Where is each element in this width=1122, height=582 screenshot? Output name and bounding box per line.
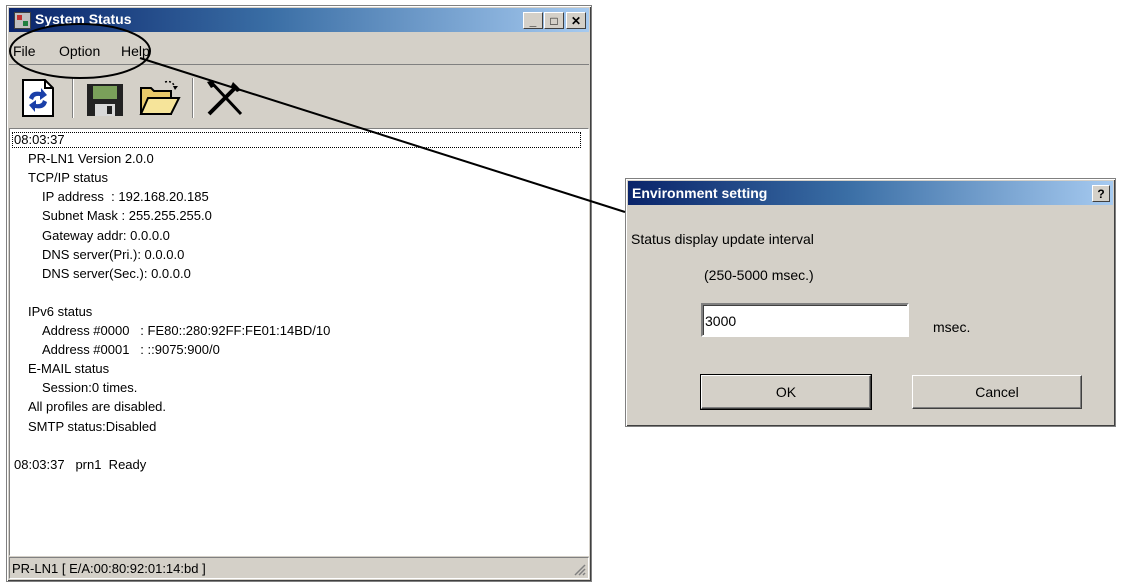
unit-label: msec. [933,319,971,335]
save-icon[interactable] [83,76,127,120]
log-line: TCP/IP status [28,170,108,186]
close-button[interactable]: ✕ [566,12,586,29]
log-line: DNS server(Sec.): 0.0.0.0 [42,265,191,281]
toolbar [9,66,589,128]
focus-rectangle [12,132,581,148]
system-status-window: System Status _ □ ✕ File Option Help 08:… [6,5,592,582]
log-line: IP address : 192.168.20.185 [42,189,209,205]
status-bar: PR-LN1 [ E/A:00:80:92:01:14:bd ] [9,557,589,579]
resize-grip-icon[interactable] [572,562,586,576]
log-line: SMTP status:Disabled [28,418,157,434]
tools-icon[interactable] [203,76,247,120]
status-log[interactable]: 08:03:37 PR-LN1 Version 2.0.0 TCP/IP statu… [9,128,589,556]
interval-label: Status display update interval [631,231,814,247]
menu-help[interactable]: Help [121,43,150,59]
dialog-title-bar: Environment setting ? [628,181,1113,205]
window-title: System Status [35,11,132,27]
menu-bar: File Option Help [9,36,589,65]
log-line: DNS server(Pri.): 0.0.0.0 [42,246,185,262]
title-bar: System Status _ □ ✕ [9,8,589,32]
ok-button[interactable]: OK [700,374,872,410]
log-line: E-MAIL status [28,361,110,377]
log-line: Session:0 times. [42,380,138,396]
cancel-button[interactable]: Cancel [912,375,1082,409]
dialog-title: Environment setting [632,185,768,201]
log-line: All profiles are disabled. [28,399,167,415]
maximize-button[interactable]: □ [544,12,564,29]
range-label: (250-5000 msec.) [704,267,814,283]
log-line: Gateway addr: 0.0.0.0 [42,227,170,243]
refresh-icon[interactable] [17,76,61,120]
menu-file[interactable]: File [13,43,36,59]
status-bar-text: PR-LN1 [ E/A:00:80:92:01:14:bd ] [12,561,206,576]
log-line: Address #0001 : ::9075:900/0 [42,342,220,358]
log-line: 08:03:37 prn1 Ready [14,456,147,472]
interval-input[interactable] [701,303,909,337]
log-line: 08:03:37 [14,132,65,147]
app-icon [14,12,31,29]
log-line: Subnet Mask : 255.255.255.0 [42,208,212,224]
minimize-button[interactable]: _ [523,12,543,29]
log-line: Address #0000 : FE80::280:92FF:FE01:14BD… [42,323,331,338]
help-button[interactable]: ? [1092,185,1110,202]
log-line: PR-LN1 Version 2.0.0 [28,151,154,167]
environment-setting-dialog: Environment setting ? Status display upd… [625,178,1116,427]
log-line: IPv6 status [28,303,93,319]
toolbar-separator [192,78,194,118]
menu-option[interactable]: Option [59,43,100,59]
open-folder-icon[interactable] [137,76,181,120]
toolbar-separator [72,78,74,118]
